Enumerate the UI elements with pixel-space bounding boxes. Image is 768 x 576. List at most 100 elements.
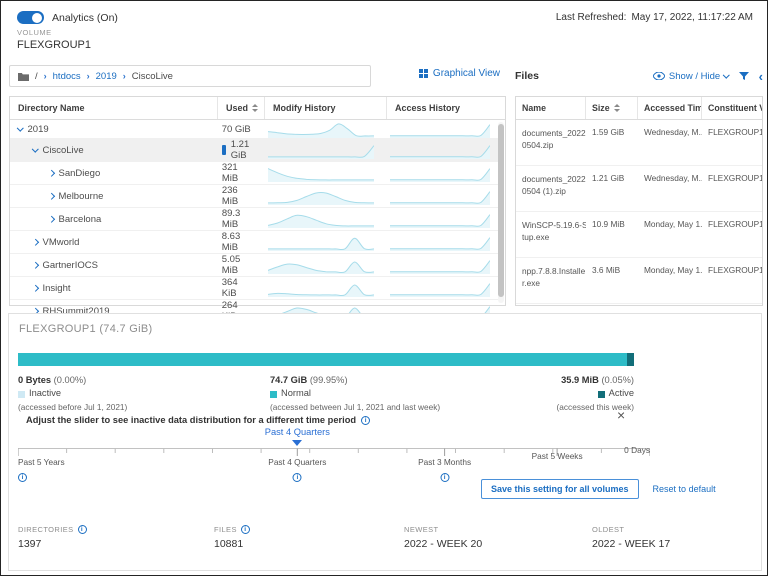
- slider-prompt: Adjust the slider to see inactive data d…: [26, 415, 370, 425]
- breadcrumb-htdocs[interactable]: htdocs: [53, 71, 81, 82]
- slider-marker-icon[interactable]: [292, 440, 302, 446]
- directory-row-vmworld[interactable]: VMworld 8.63 MiB: [10, 231, 498, 254]
- files-table-header: Name Size Accessed Time Constituent Volu…: [516, 97, 762, 120]
- info-icon[interactable]: i: [18, 473, 27, 482]
- breadcrumb-2019[interactable]: 2019: [96, 71, 117, 82]
- column-name: Name: [516, 97, 586, 119]
- access-history-sparkline: [390, 120, 490, 138]
- active-swatch-icon: [598, 391, 605, 398]
- chevron-down-icon[interactable]: [17, 124, 23, 130]
- column-directory-name: Directory Name: [10, 97, 218, 119]
- close-icon[interactable]: ×: [617, 408, 625, 422]
- modify-history-sparkline: [268, 120, 374, 138]
- chevron-right-icon[interactable]: [32, 239, 38, 245]
- column-modify-history: Modify History: [265, 97, 387, 119]
- files-table: Name Size Accessed Time Constituent Volu…: [515, 96, 763, 306]
- stat-newest: NEWEST 2022 - WEEK 20: [404, 525, 482, 550]
- used-bar-icon: [222, 145, 226, 155]
- grid-icon: [419, 69, 428, 78]
- file-row: documents_20220504.zip 1.59 GiB Wednesda…: [516, 120, 762, 166]
- directory-row-ciscolive[interactable]: CiscoLive 1.21 GiB: [10, 139, 498, 162]
- capacity-bar: [18, 353, 634, 366]
- column-used-sort[interactable]: Used: [218, 97, 265, 119]
- breadcrumb: / › htdocs › 2019 › CiscoLive: [9, 65, 371, 87]
- collapse-panel-icon[interactable]: ‹: [759, 70, 763, 83]
- info-icon[interactable]: i: [361, 416, 370, 425]
- legend-normal: 74.7 GiB (99.95%) Normal (accessed betwe…: [270, 374, 440, 413]
- directory-table-header: Directory Name Used Modify History Acces…: [10, 97, 505, 120]
- file-row: npp.7.8.8.Installer.exe 3.6 MiB Monday, …: [516, 258, 762, 304]
- modify-history-sparkline: [268, 210, 374, 228]
- eye-icon: [653, 72, 665, 80]
- top-bar: Analytics (On) Last Refreshed: May 17, 2…: [17, 11, 753, 24]
- directory-row-barcelona[interactable]: Barcelona 89.3 MiB: [10, 208, 498, 231]
- chevron-right-icon[interactable]: [32, 262, 38, 268]
- directory-row-sandiego[interactable]: SanDiego 321 MiB: [10, 162, 498, 185]
- modify-history-sparkline: [268, 164, 374, 182]
- access-history-sparkline: [390, 187, 490, 205]
- chevron-down-icon: [723, 71, 729, 77]
- modify-history-sparkline: [268, 256, 374, 274]
- save-setting-button[interactable]: Save this setting for all volumes: [481, 479, 639, 499]
- normal-swatch-icon: [270, 391, 277, 398]
- chevron-right-icon[interactable]: [48, 216, 54, 222]
- directory-row-2019[interactable]: 2019 70 GiB: [10, 120, 498, 139]
- tick-label-0-days: 0 Days: [624, 445, 650, 455]
- show-hide-button[interactable]: Show / Hide: [653, 71, 729, 82]
- volume-label: VOLUME: [17, 28, 91, 37]
- chevron-right-icon: ›: [123, 71, 126, 81]
- access-history-sparkline: [390, 164, 490, 182]
- modify-history-sparkline: [268, 233, 374, 251]
- toggle-knob-icon: [32, 13, 42, 23]
- chevron-right-icon[interactable]: [48, 193, 54, 199]
- info-icon[interactable]: i: [293, 473, 302, 482]
- sort-icon: [252, 104, 258, 112]
- info-icon[interactable]: i: [241, 525, 250, 534]
- graphical-view-button[interactable]: Graphical View: [419, 68, 500, 79]
- files-panel: Files Show / Hide ‹ Name Size: [515, 65, 763, 306]
- scrollbar-thumb[interactable]: [498, 124, 504, 297]
- stats-row: DIRECTORIESi 1397 FILESi 10881 NEWEST 20…: [18, 525, 758, 565]
- inactive-swatch-icon: [18, 391, 25, 398]
- directory-panel: / › htdocs › 2019 › CiscoLive Graphical …: [9, 65, 506, 306]
- chevron-right-icon[interactable]: [48, 170, 54, 176]
- stat-directories: DIRECTORIESi 1397: [18, 525, 87, 550]
- stat-files: FILESi 10881: [214, 525, 250, 550]
- tick-label-past-4-quarters: Past 4 Quarters: [268, 457, 326, 467]
- directory-row-melbourne[interactable]: Melbourne 236 MiB: [10, 185, 498, 208]
- file-row: WinSCP-5.19.6-Setup.exe 10.9 MiB Monday,…: [516, 212, 762, 258]
- directory-table: Directory Name Used Modify History Acces…: [9, 96, 506, 306]
- modify-history-sparkline: [268, 141, 374, 159]
- modify-history-sparkline: [268, 279, 374, 297]
- analytics-label: Analytics (On): [52, 12, 118, 24]
- access-history-sparkline: [390, 233, 490, 251]
- column-access-history: Access History: [387, 97, 505, 119]
- vertical-scrollbar[interactable]: [498, 122, 504, 303]
- tick-label-past-5-weeks: Past 5 Weeks: [532, 451, 583, 461]
- filter-icon[interactable]: [739, 72, 749, 81]
- file-row: documents_20220504 (1).zip 1.21 GiB Wedn…: [516, 166, 762, 212]
- analytics-toggle[interactable]: [17, 11, 44, 24]
- folder-icon: [18, 72, 29, 81]
- column-size-sort[interactable]: Size: [586, 97, 638, 119]
- legend-inactive: 0 Bytes (0.00%) Inactive (accessed befor…: [18, 374, 127, 413]
- tick-label-past-3-months: Past 3 Months: [418, 457, 471, 467]
- breadcrumb-root[interactable]: /: [35, 71, 38, 82]
- bar-segment-normal: [18, 353, 627, 366]
- bar-segment-active: [627, 353, 634, 366]
- chevron-right-icon[interactable]: [32, 285, 38, 291]
- capacity-legend: 0 Bytes (0.00%) Inactive (accessed befor…: [18, 374, 634, 414]
- directory-row-gartneriocs[interactable]: GartnerIOCS 5.05 MiB: [10, 254, 498, 277]
- sort-icon: [614, 104, 620, 112]
- breadcrumb-current: CiscoLive: [132, 71, 173, 82]
- slider-selected-label: Past 4 Quarters: [265, 427, 330, 437]
- info-icon[interactable]: i: [78, 525, 87, 534]
- chevron-down-icon[interactable]: [32, 145, 38, 151]
- chevron-right-icon: ›: [44, 71, 47, 81]
- directory-row-insight[interactable]: Insight 364 KiB: [10, 277, 498, 300]
- reset-to-default-link[interactable]: Reset to default: [653, 484, 716, 494]
- files-title: Files: [515, 70, 539, 82]
- info-icon[interactable]: i: [440, 473, 449, 482]
- access-history-sparkline: [390, 279, 490, 297]
- modify-history-sparkline: [268, 187, 374, 205]
